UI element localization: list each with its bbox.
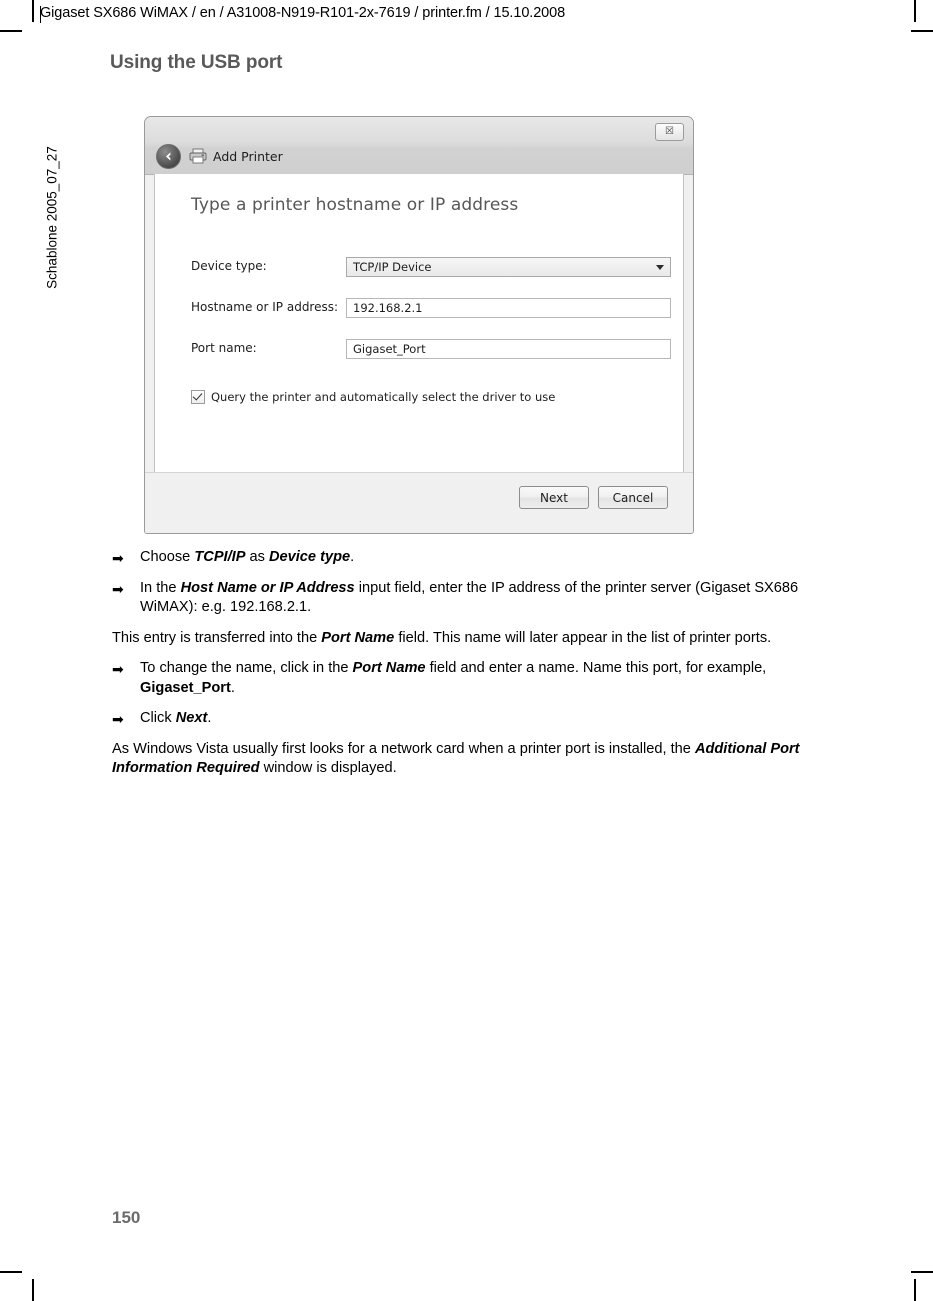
step4-post: . bbox=[207, 710, 212, 726]
checkbox-checked-icon[interactable] bbox=[191, 390, 205, 404]
back-arrow-icon[interactable] bbox=[156, 144, 181, 169]
printer-icon bbox=[189, 148, 207, 164]
template-id-label: Schablone 2005_07_27 bbox=[44, 146, 60, 289]
add-printer-dialog: Add Printer ☒ Type a printer hostname or… bbox=[144, 116, 694, 534]
step1-post: . bbox=[350, 549, 355, 565]
crop-mark-top-left bbox=[32, 0, 34, 22]
instructions: ➡ Choose TCPI/IP as Device type. ➡ In th… bbox=[112, 548, 824, 790]
step3-em2: Gigaset_Port bbox=[140, 679, 231, 696]
hostname-label: Hostname or IP address: bbox=[191, 300, 339, 314]
crop-mark-left-bottom bbox=[0, 1271, 22, 1273]
note-paragraph: This entry is transferred into the Port … bbox=[112, 629, 824, 649]
step-item: ➡ Choose TCPI/IP as Device type. bbox=[112, 548, 824, 568]
cancel-button[interactable]: Cancel bbox=[598, 486, 668, 509]
note2-pre: As Windows Vista usually first looks for… bbox=[112, 740, 695, 757]
step1-em2: Device type bbox=[268, 549, 351, 565]
step3-mid: field and enter a name. Name this port, … bbox=[425, 660, 767, 676]
port-name-input[interactable]: Gigaset_Port bbox=[346, 339, 671, 359]
step3-pre: To change the name, click in the bbox=[140, 660, 353, 676]
arrow-bullet-icon: ➡ bbox=[112, 661, 124, 677]
crop-mark-bottom-left bbox=[32, 1279, 34, 1301]
arrow-bullet-icon: ➡ bbox=[112, 580, 124, 597]
dialog-heading: Type a printer hostname or IP address bbox=[191, 195, 519, 215]
crop-mark-bottom-right bbox=[914, 1279, 916, 1301]
crop-mark-top-right bbox=[914, 0, 916, 22]
step4-em1: Next bbox=[175, 710, 208, 726]
device-type-select[interactable]: TCP/IP Device bbox=[346, 257, 671, 277]
dialog-titlebar: Add Printer ☒ bbox=[145, 117, 693, 175]
query-printer-checkbox-row[interactable]: Query the printer and automatically sele… bbox=[191, 390, 555, 404]
step2-pre: In the bbox=[140, 579, 181, 596]
query-printer-label: Query the printer and automatically sele… bbox=[211, 390, 556, 404]
step2-em1: Host Name or IP Address bbox=[180, 579, 355, 596]
step-item: ➡ To change the name, click in the Port … bbox=[112, 659, 824, 698]
next-button[interactable]: Next bbox=[519, 486, 589, 509]
note1-em1: Port Name bbox=[321, 629, 395, 646]
step1-pre: Choose bbox=[140, 549, 195, 565]
crop-mark-right-top bbox=[911, 30, 933, 32]
chevron-down-icon[interactable] bbox=[656, 265, 664, 270]
note-paragraph: As Windows Vista usually first looks for… bbox=[112, 740, 824, 779]
port-name-label: Port name: bbox=[191, 341, 257, 355]
device-type-label: Device type: bbox=[191, 259, 267, 273]
dialog-body: Type a printer hostname or IP address De… bbox=[154, 174, 684, 475]
step-item: ➡ Click Next. bbox=[112, 709, 824, 729]
step-item: ➡ In the Host Name or IP Address input f… bbox=[112, 579, 824, 618]
step3-post: . bbox=[230, 679, 235, 696]
running-header: Gigaset SX686 WiMAX / en / A31008-N919-R… bbox=[40, 5, 566, 21]
arrow-bullet-icon: ➡ bbox=[112, 711, 124, 727]
step3-em1: Port Name bbox=[352, 660, 426, 676]
crop-mark-left-top bbox=[0, 30, 22, 32]
step1-mid: as bbox=[245, 549, 269, 565]
crop-mark-right-bottom bbox=[911, 1271, 933, 1273]
dialog-footer: Next Cancel bbox=[145, 472, 693, 533]
arrow-bullet-icon: ➡ bbox=[112, 550, 124, 566]
note1-pre: This entry is transferred into the bbox=[112, 629, 322, 646]
step4-pre: Click bbox=[140, 710, 176, 726]
page-title: Using the USB port bbox=[110, 52, 283, 73]
note2-post: window is displayed. bbox=[259, 760, 397, 776]
dialog-title: Add Printer bbox=[213, 149, 283, 164]
close-icon[interactable]: ☒ bbox=[655, 123, 684, 141]
page-number: 150 bbox=[112, 1208, 141, 1227]
note1-post: field. This name will later appear in th… bbox=[394, 629, 772, 646]
hostname-input[interactable]: 192.168.2.1 bbox=[346, 298, 671, 318]
step1-em1: TCPI/IP bbox=[194, 549, 246, 565]
